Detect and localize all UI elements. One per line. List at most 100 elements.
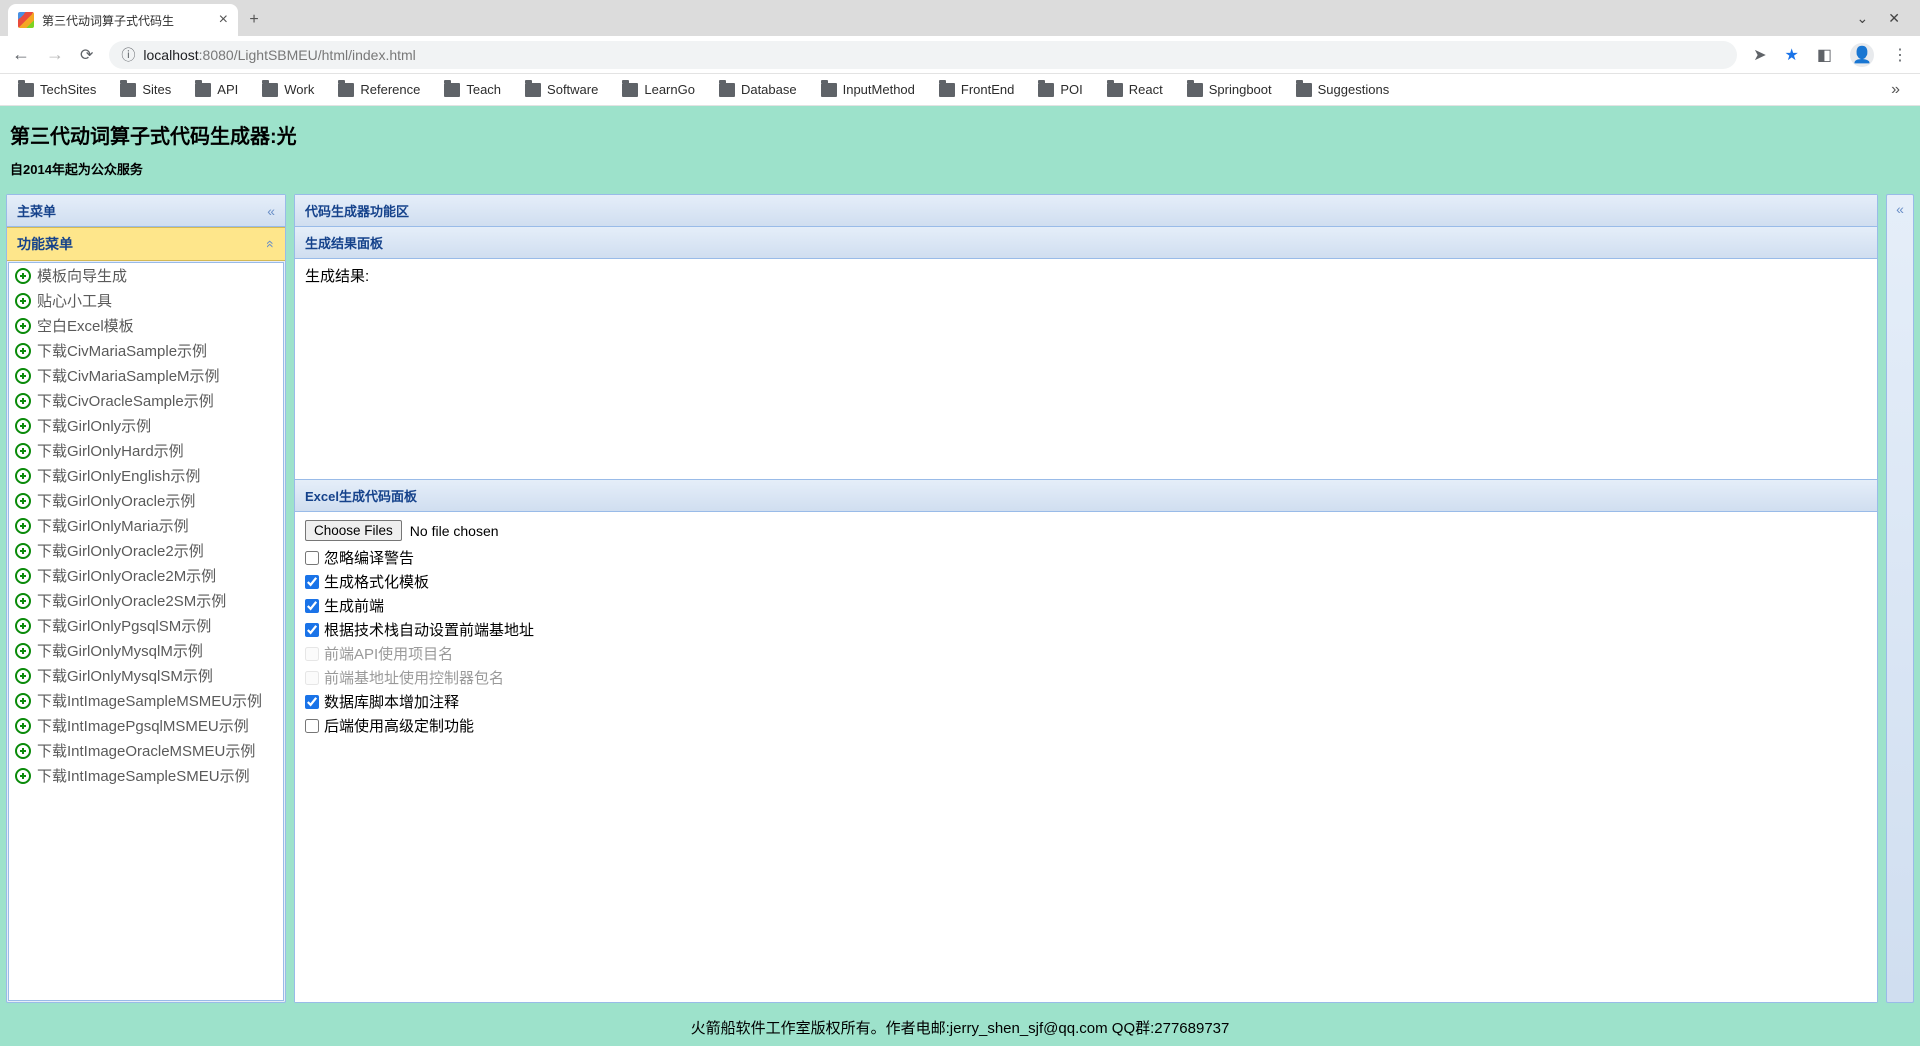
menu-item[interactable]: 下载CivMariaSample示例: [9, 338, 283, 363]
options-list: 忽略编译警告生成格式化模板生成前端根据技术栈自动设置前端基地址前端API使用项目…: [305, 547, 1867, 736]
back-button[interactable]: ←: [12, 44, 30, 65]
bookmark-label: API: [217, 82, 238, 97]
region-title: 代码生成器功能区: [305, 201, 409, 220]
menu-item[interactable]: 下载GirlOnlyOracle2SM示例: [9, 588, 283, 613]
main-menu-header: 主菜单 «: [7, 195, 285, 227]
close-window-icon[interactable]: ✕: [1888, 10, 1900, 27]
menu-item[interactable]: 贴心小工具: [9, 288, 283, 313]
menu-item[interactable]: 下载IntImagePgsqlMSMEU示例: [9, 713, 283, 738]
menu-item[interactable]: 下载GirlOnlyMysqlM示例: [9, 638, 283, 663]
bookmark-item[interactable]: InputMethod: [813, 78, 923, 101]
send-icon[interactable]: ➤: [1753, 45, 1766, 65]
menu-item[interactable]: 下载GirlOnlyOracle示例: [9, 488, 283, 513]
plus-icon: [15, 318, 31, 334]
option-checkbox[interactable]: [305, 719, 319, 733]
menu-item[interactable]: 下载GirlOnlyMysqlSM示例: [9, 663, 283, 688]
site-info-icon[interactable]: ⓘ: [121, 45, 135, 65]
option-checkbox[interactable]: [305, 695, 319, 709]
app-root: 第三代动词算子式代码生成器:光 自2014年起为公众服务 主菜单 « 功能菜单 …: [0, 106, 1920, 1046]
plus-icon: [15, 768, 31, 784]
bookmark-item[interactable]: Sites: [112, 78, 179, 101]
menu-item-label: 空白Excel模板: [37, 315, 134, 336]
main-panel: 代码生成器功能区 生成结果面板 生成结果: Excel生成代码面板 Choose…: [294, 194, 1878, 1003]
browser-toolbar: ← → ⟳ ⓘ localhost:8080/LightSBMEU/html/i…: [0, 36, 1920, 74]
folder-icon: [1296, 83, 1312, 97]
folder-icon: [195, 83, 211, 97]
option-checkbox: [305, 671, 319, 685]
bookmark-item[interactable]: FrontEnd: [931, 78, 1022, 101]
menu-item[interactable]: 下载GirlOnlyMaria示例: [9, 513, 283, 538]
bookmark-item[interactable]: Work: [254, 78, 322, 101]
collapse-up-icon[interactable]: «: [263, 240, 279, 248]
menu-item[interactable]: 下载IntImageSampleSMEU示例: [9, 763, 283, 788]
right-collapsed-panel[interactable]: «: [1886, 194, 1914, 1003]
bookmark-item[interactable]: POI: [1030, 78, 1090, 101]
bookmark-item[interactable]: TechSites: [10, 78, 104, 101]
bookmark-item[interactable]: Reference: [330, 78, 428, 101]
minimize-icon[interactable]: ⌄: [1857, 10, 1869, 27]
footer: 火箭船软件工作室版权所有。作者电邮:jerry_shen_sjf@qq.com …: [0, 1009, 1920, 1046]
panel-icon[interactable]: ◧: [1817, 45, 1832, 65]
bookmark-item[interactable]: Teach: [436, 78, 509, 101]
menu-item-label: 下载CivOracleSample示例: [37, 390, 214, 411]
plus-icon: [15, 393, 31, 409]
menu-item[interactable]: 下载GirlOnly示例: [9, 413, 283, 438]
bookmark-item[interactable]: Springboot: [1179, 78, 1280, 101]
bookmark-label: POI: [1060, 82, 1082, 97]
option-checkbox[interactable]: [305, 575, 319, 589]
option-checkbox[interactable]: [305, 551, 319, 565]
bookmark-label: Database: [741, 82, 797, 97]
folder-icon: [821, 83, 837, 97]
menu-icon[interactable]: ⋮: [1892, 45, 1908, 65]
app-header: 第三代动词算子式代码生成器:光 自2014年起为公众服务: [0, 106, 1920, 188]
close-icon[interactable]: ×: [219, 11, 228, 29]
plus-icon: [15, 668, 31, 684]
menu-item[interactable]: 下载GirlOnlyHard示例: [9, 438, 283, 463]
menu-item-label: 下载GirlOnlyOracle2示例: [37, 540, 204, 561]
main-content: 生成结果面板 生成结果: Excel生成代码面板 Choose Files No…: [295, 227, 1877, 1002]
bookmark-item[interactable]: Suggestions: [1288, 78, 1398, 101]
option-row: 前端基地址使用控制器包名: [305, 667, 1867, 688]
app-subtitle: 自2014年起为公众服务: [10, 159, 1910, 178]
new-tab-button[interactable]: +: [238, 4, 270, 36]
collapse-left-icon[interactable]: «: [267, 203, 275, 219]
expand-right-icon[interactable]: «: [1896, 201, 1904, 217]
profile-avatar[interactable]: 👤: [1850, 43, 1874, 67]
menu-item[interactable]: 下载GirlOnlyEnglish示例: [9, 463, 283, 488]
bookmark-item[interactable]: Database: [711, 78, 805, 101]
menu-item[interactable]: 下载GirlOnlyPgsqlSM示例: [9, 613, 283, 638]
address-bar[interactable]: ⓘ localhost:8080/LightSBMEU/html/index.h…: [109, 41, 1737, 69]
menu-item[interactable]: 下载IntImageOracleMSMEU示例: [9, 738, 283, 763]
option-checkbox[interactable]: [305, 599, 319, 613]
option-label: 生成前端: [324, 595, 384, 616]
bookmark-item[interactable]: Software: [517, 78, 606, 101]
bookmark-item[interactable]: React: [1099, 78, 1171, 101]
option-label: 生成格式化模板: [324, 571, 429, 592]
bookmark-label: Sites: [142, 82, 171, 97]
menu-list[interactable]: 模板向导生成贴心小工具空白Excel模板下载CivMariaSample示例下载…: [8, 262, 284, 1001]
plus-icon: [15, 743, 31, 759]
forward-button[interactable]: →: [46, 44, 64, 65]
menu-item[interactable]: 下载CivOracleSample示例: [9, 388, 283, 413]
bookmark-item[interactable]: LearnGo: [614, 78, 703, 101]
reload-button[interactable]: ⟳: [80, 45, 93, 65]
menu-item[interactable]: 下载CivMariaSampleM示例: [9, 363, 283, 388]
browser-tab[interactable]: 第三代动词算子式代码生 ×: [8, 4, 238, 36]
menu-item-label: 下载GirlOnly示例: [37, 415, 151, 436]
menu-item-label: 下载GirlOnlyOracle2SM示例: [37, 590, 226, 611]
bookmarks-overflow-icon[interactable]: »: [1881, 81, 1910, 99]
bookmark-star-icon[interactable]: ★: [1785, 45, 1799, 65]
option-checkbox[interactable]: [305, 623, 319, 637]
menu-item[interactable]: 空白Excel模板: [9, 313, 283, 338]
menu-item[interactable]: 下载IntImageSampleMSMEU示例: [9, 688, 283, 713]
window-controls: ⌄ ✕: [1857, 0, 1920, 36]
bookmark-item[interactable]: API: [187, 78, 246, 101]
menu-item[interactable]: 下载GirlOnlyOracle2示例: [9, 538, 283, 563]
choose-files-button[interactable]: Choose Files: [305, 520, 402, 541]
menu-item-label: 下载GirlOnlyMaria示例: [37, 515, 189, 536]
menu-item[interactable]: 模板向导生成: [9, 263, 283, 288]
menu-item[interactable]: 下载GirlOnlyOracle2M示例: [9, 563, 283, 588]
func-menu-header[interactable]: 功能菜单 «: [7, 227, 285, 261]
file-status: No file chosen: [410, 523, 499, 539]
plus-icon: [15, 443, 31, 459]
